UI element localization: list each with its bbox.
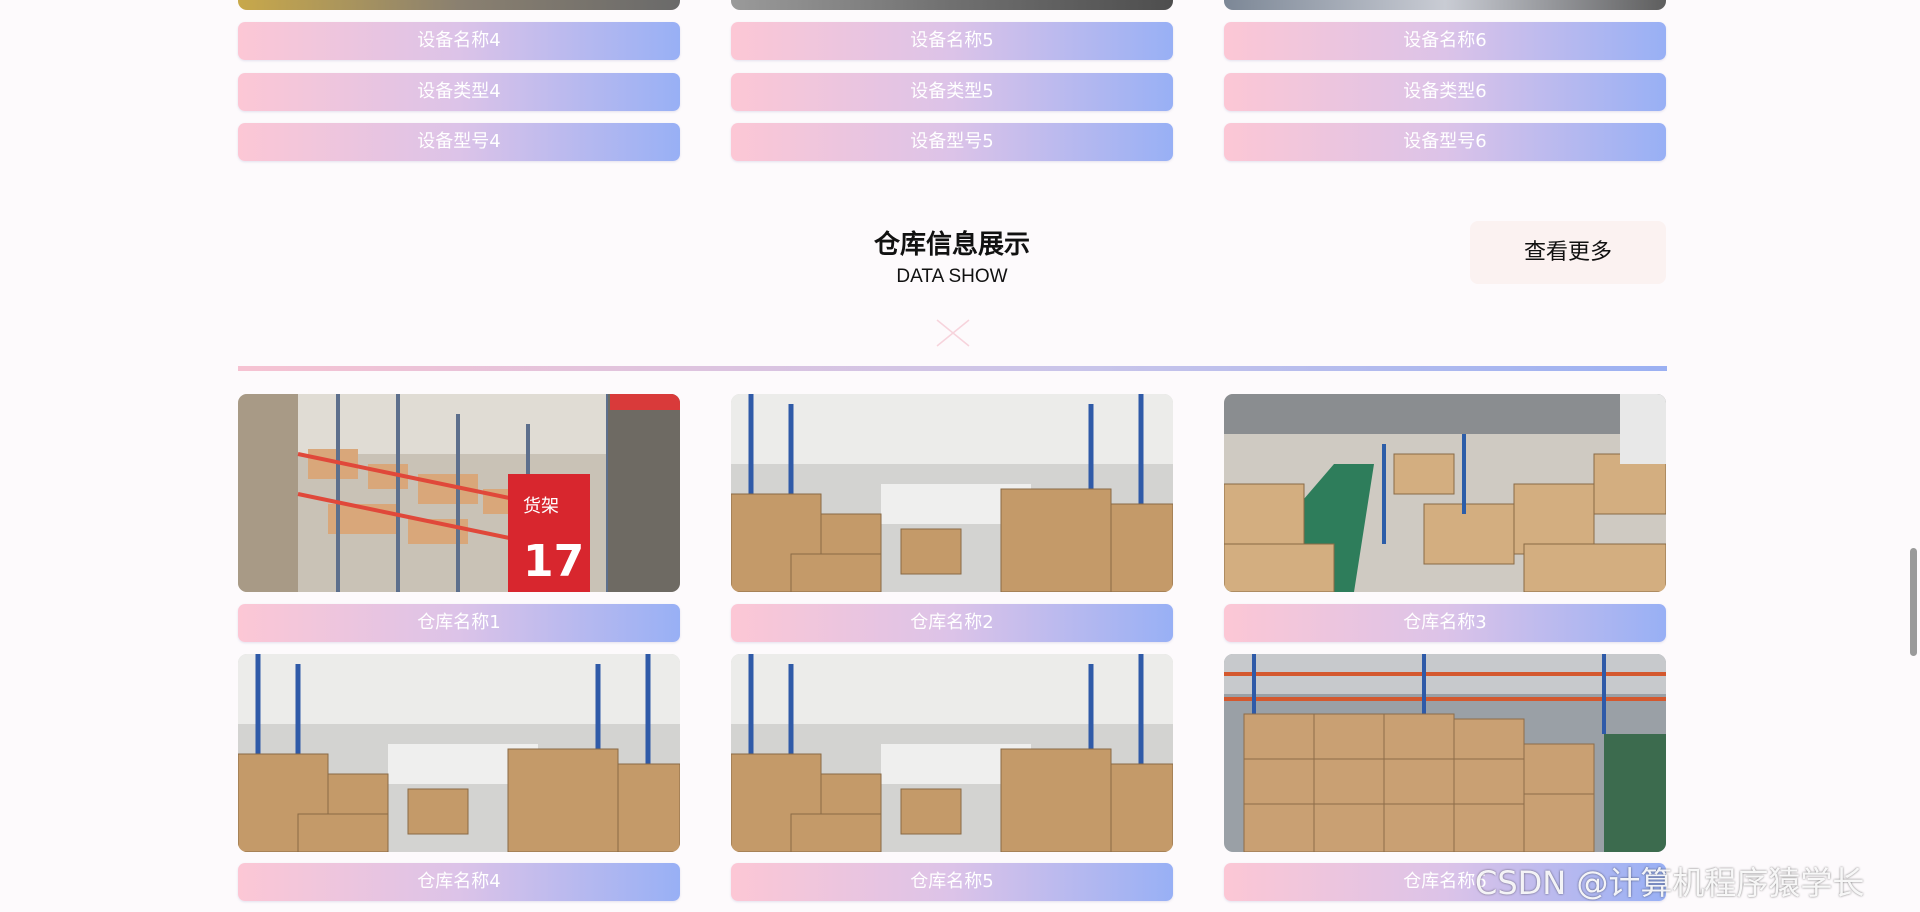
- equipment-photo-4[interactable]: [238, 0, 680, 10]
- equipment-name-label[interactable]: 设备名称5: [731, 22, 1173, 60]
- csdn-watermark: CSDN @计算机程序猿学长: [1475, 864, 1865, 902]
- x-cross-icon: [936, 319, 970, 347]
- scrollbar-thumb[interactable]: [1910, 548, 1917, 656]
- warehouse-photo-3[interactable]: [1224, 394, 1666, 592]
- warehouse-name-label[interactable]: 仓库名称3: [1224, 604, 1666, 642]
- section-subtitle: DATA SHOW: [896, 266, 1008, 287]
- equipment-model-label[interactable]: 设备型号4: [238, 123, 680, 161]
- svg-text:17: 17: [523, 536, 584, 587]
- equipment-type-label[interactable]: 设备类型4: [238, 73, 680, 111]
- warehouse-photo-6[interactable]: [1224, 654, 1666, 852]
- warehouse-name-label[interactable]: 仓库名称4: [238, 863, 680, 901]
- warehouse-photo-2[interactable]: [731, 394, 1173, 592]
- warehouse-photo-1[interactable]: 货架 17: [238, 394, 680, 592]
- equipment-photo-6[interactable]: [1224, 0, 1666, 10]
- warehouse-name-label[interactable]: 仓库名称2: [731, 604, 1173, 642]
- svg-text:货架: 货架: [523, 496, 559, 517]
- equipment-model-label[interactable]: 设备型号5: [731, 123, 1173, 161]
- equipment-name-label[interactable]: 设备名称4: [238, 22, 680, 60]
- warehouse-name-label[interactable]: 仓库名称1: [238, 604, 680, 642]
- section-title: 仓库信息展示: [873, 230, 1030, 260]
- warehouse-photo-4[interactable]: [238, 654, 680, 852]
- equipment-name-label[interactable]: 设备名称6: [1224, 22, 1666, 60]
- warehouse-photo-5[interactable]: [731, 654, 1173, 852]
- equipment-model-label[interactable]: 设备型号6: [1224, 123, 1666, 161]
- warehouse-name-label[interactable]: 仓库名称5: [731, 863, 1173, 901]
- equipment-photo-5[interactable]: [731, 0, 1173, 10]
- section-divider: [238, 366, 1667, 371]
- equipment-type-label[interactable]: 设备类型6: [1224, 73, 1666, 111]
- page-scrollbar[interactable]: [1906, 0, 1920, 912]
- equipment-type-label[interactable]: 设备类型5: [731, 73, 1173, 111]
- view-more-button[interactable]: 查看更多: [1470, 221, 1666, 284]
